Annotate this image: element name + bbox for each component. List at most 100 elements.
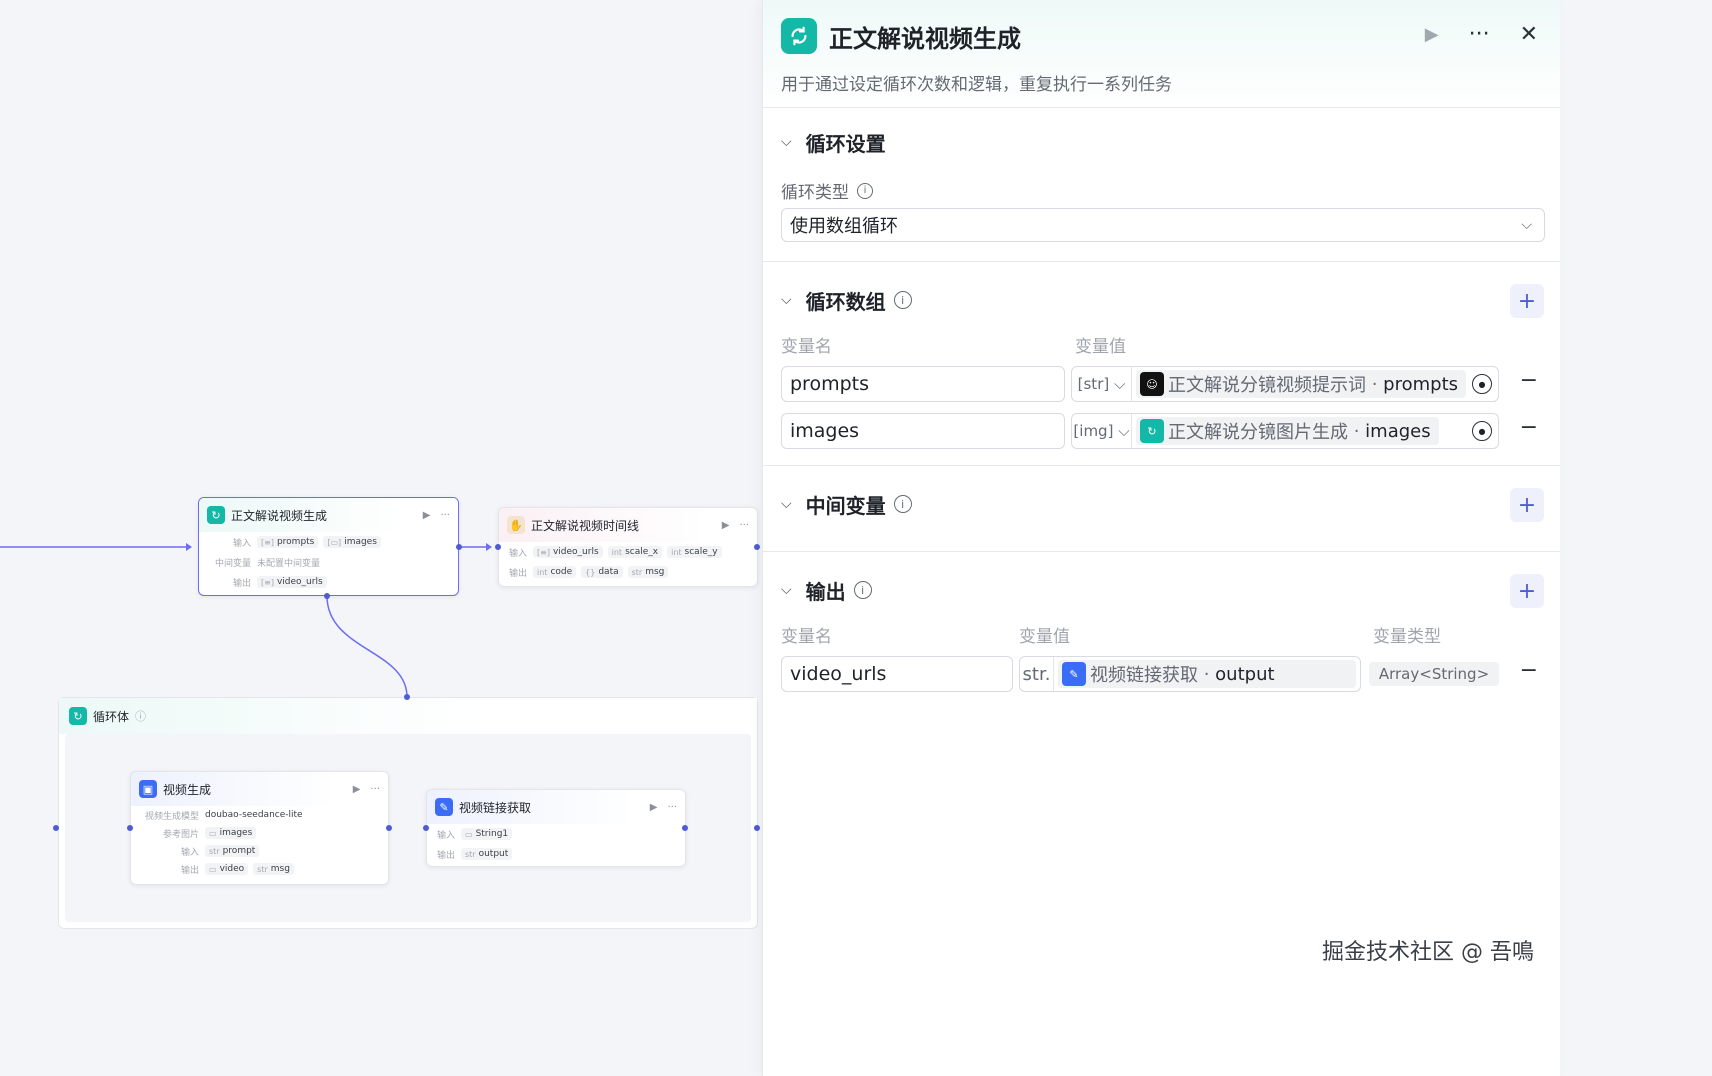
section-heading[interactable]: ⌵ 输出 i	[763, 572, 872, 608]
run-icon[interactable]: ▶	[1425, 24, 1439, 45]
add-array-button[interactable]: +	[1510, 284, 1544, 318]
section-mid-vars: ⌵ 中间变量 i +	[763, 466, 1560, 552]
info-icon[interactable]: ⓘ	[135, 708, 146, 724]
output-value-ref[interactable]: str. ✎ 视频链接获取 · output	[1019, 656, 1361, 692]
output-label: 输出	[232, 578, 251, 589]
col-name-header: 变量名	[781, 627, 832, 647]
ref-label: 参考图片	[162, 829, 199, 840]
remove-row-button[interactable]: −	[1520, 368, 1538, 393]
node-title: 正文解说视频生成	[231, 508, 328, 523]
wire-main-loop	[326, 595, 408, 698]
node-video-link[interactable]: ✎ 视频链接获取 ▶ ··· 输入 ▭ String1 输出 str output	[426, 789, 686, 867]
play-icon[interactable]: ▶	[650, 802, 658, 813]
target-icon[interactable]: ●	[1472, 421, 1492, 441]
port[interactable]	[404, 694, 410, 700]
loop-type-select[interactable]: 使用数组循环 ⌵	[781, 208, 1545, 242]
port[interactable]	[53, 825, 59, 831]
port[interactable]	[456, 544, 462, 550]
output-label: 输出	[436, 850, 455, 861]
info-icon[interactable]: i	[893, 495, 912, 513]
input-chip: [▭] images	[323, 536, 381, 548]
section-loop-settings: ⌵ 循环设置 循环类型 i 使用数组循环 ⌵	[763, 108, 1560, 262]
input-chip: int scale_y	[667, 546, 722, 558]
more-icon[interactable]: ···	[370, 784, 380, 795]
port[interactable]	[754, 825, 760, 831]
node-video-gen[interactable]: ▣ 视频生成 ▶ ··· 视频生成模型 doubao-seedance-lite…	[130, 771, 389, 885]
node-main-loop[interactable]: ↻ 正文解说视频生成 ▶ ··· 输入 [≡] prompts [▭] images…	[198, 497, 459, 596]
remove-row-button[interactable]: −	[1520, 658, 1538, 683]
mid-label: 中间变量	[214, 558, 251, 569]
output-chip: str msg	[253, 863, 294, 875]
type-select[interactable]: [img] ⌵	[1072, 414, 1132, 448]
close-icon[interactable]: ✕	[1520, 22, 1538, 47]
workflow-canvas[interactable]: ↻ 正文解说视频生成 ▶ ··· 输入 [≡] prompts [▭] images…	[0, 0, 832, 1076]
chevron-down-icon: ⌵	[1521, 217, 1532, 233]
section-heading[interactable]: ⌵ 循环数组 i	[763, 282, 912, 318]
panel-description[interactable]: 用于通过设定循环次数和逻辑，重复执行一系列任务	[781, 70, 1172, 95]
chevron-down-icon[interactable]: ⌵	[781, 496, 792, 512]
chevron-down-icon[interactable]: ⌵	[781, 582, 792, 598]
panel-header: 正文解说视频生成 ▶ ··· ✕ 用于通过设定循环次数和逻辑，重复执行一系列任务	[763, 0, 1560, 108]
model-label: 视频生成模型	[144, 811, 199, 822]
model-value: doubao-seedance-lite	[205, 810, 303, 820]
port[interactable]	[754, 544, 760, 550]
array-value-ref[interactable]: [img] ⌵ ↻ 正文解说分镜图片生成 · images ●	[1071, 413, 1499, 449]
section-output: ⌵ 输出 i + 变量名 变量值 变量类型 video_urls str. ✎ …	[763, 552, 1560, 712]
more-icon[interactable]: ···	[1469, 22, 1490, 47]
ref-pill: ↻ 正文解说分镜图片生成 · images	[1136, 417, 1439, 445]
section-heading[interactable]: ⌵ 中间变量 i	[763, 486, 912, 522]
target-icon[interactable]: ●	[1472, 374, 1492, 394]
add-output-button[interactable]: +	[1510, 574, 1544, 608]
more-icon[interactable]: ···	[440, 510, 450, 521]
type-select[interactable]: [str] ⌵	[1072, 367, 1132, 401]
array-name-input[interactable]: images	[781, 413, 1065, 449]
node-config-panel: 正文解说视频生成 ▶ ··· ✕ 用于通过设定循环次数和逻辑，重复执行一系列任务…	[762, 0, 1560, 1076]
node-timeline[interactable]: ✋ 正文解说视频时间线 ▶ ··· 输入 [≡] video_urls int sc…	[498, 507, 758, 587]
info-icon[interactable]: i	[857, 182, 873, 199]
col-value-header: 变量值	[1075, 337, 1126, 357]
input-label: 输入	[436, 830, 455, 841]
node-title: 视频生成	[163, 782, 212, 797]
section-heading[interactable]: ⌵ 循环设置	[763, 124, 886, 160]
more-icon[interactable]: ···	[739, 520, 749, 531]
remove-row-button[interactable]: −	[1520, 415, 1538, 440]
play-icon[interactable]: ▶	[423, 510, 431, 521]
input-chip: ▭ String1	[461, 828, 513, 840]
section-loop-array: ⌵ 循环数组 i + 变量名 变量值 prompts [str] ⌵ ☺ 正文解…	[763, 262, 1560, 466]
input-chip: [≡] video_urls	[533, 546, 603, 558]
type-label: str.	[1020, 657, 1054, 691]
panel-title[interactable]: 正文解说视频生成	[829, 19, 1021, 54]
port[interactable]	[682, 825, 688, 831]
port[interactable]	[423, 825, 429, 831]
port[interactable]	[127, 825, 133, 831]
loop-type-label: 循环类型 i	[781, 178, 873, 203]
port[interactable]	[386, 825, 392, 831]
input-label: 输入	[508, 548, 527, 559]
play-icon[interactable]: ▶	[722, 520, 730, 531]
output-name-input[interactable]: video_urls	[781, 656, 1013, 692]
info-icon[interactable]: i	[853, 581, 872, 599]
more-icon[interactable]: ···	[667, 802, 677, 813]
loop-icon: ↻	[1140, 419, 1164, 443]
ref-chip: ▭ images	[205, 827, 257, 839]
array-value-ref[interactable]: [str] ⌵ ☺ 正文解说分镜视频提示词 · prompts ●	[1071, 366, 1499, 402]
input-chip: str prompt	[205, 845, 260, 857]
add-mid-var-button[interactable]: +	[1510, 488, 1544, 522]
input-chip: [≡] prompts	[257, 536, 319, 548]
port[interactable]	[324, 593, 330, 599]
col-type-header: 变量类型	[1373, 627, 1441, 647]
chevron-down-icon[interactable]: ⌵	[781, 292, 792, 308]
info-icon[interactable]: i	[893, 291, 912, 309]
loop-icon: ↻	[207, 506, 225, 524]
array-name-input[interactable]: prompts	[781, 366, 1065, 402]
port[interactable]	[495, 544, 501, 550]
chevron-down-icon[interactable]: ⌵	[781, 134, 792, 150]
node-title: 正文解说视频时间线	[531, 518, 640, 533]
input-label: 输入	[180, 847, 199, 858]
watermark: 掘金技术社区 @ 吾鳴	[1322, 940, 1534, 965]
output-chip: int code	[533, 566, 577, 578]
loop-icon: ↻	[69, 707, 87, 725]
link-icon: ✎	[435, 798, 453, 816]
play-icon[interactable]: ▶	[353, 784, 361, 795]
col-value-header: 变量值	[1019, 627, 1070, 647]
